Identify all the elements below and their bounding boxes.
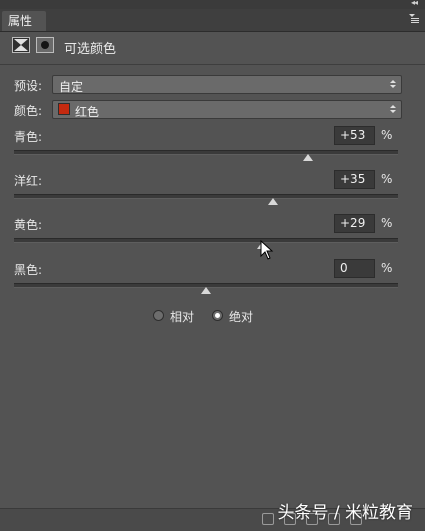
method-radio-group: 相对 绝对 — [0, 307, 425, 325]
cyan-value-field[interactable]: +53 — [334, 126, 375, 145]
colors-label: 颜色: — [14, 104, 43, 118]
black-slider-thumb[interactable] — [201, 287, 211, 294]
magenta-slider-thumb[interactable] — [268, 198, 279, 205]
mouse-pointer-icon — [260, 240, 274, 260]
divider — [0, 64, 425, 65]
layer-mask-icon[interactable] — [36, 37, 54, 53]
selective-color-adjustment-icon[interactable] — [12, 37, 30, 53]
watermark: 头条号 / 米粒教育 — [277, 503, 413, 523]
panel-menu-icon[interactable] — [409, 14, 419, 24]
cyan-label: 青色: — [14, 130, 43, 144]
collapse-panel-icon[interactable]: ◂◂ — [411, 0, 418, 7]
cyan-percent: % — [381, 128, 393, 142]
select-arrows-icon — [389, 102, 397, 116]
yellow-value-field[interactable]: +29 — [334, 214, 375, 233]
magenta-slider-track[interactable] — [14, 194, 398, 199]
yellow-percent: % — [381, 216, 393, 230]
yellow-label: 黄色: — [14, 218, 43, 232]
preset-value: 自定 — [59, 80, 84, 94]
panel-tab-bar: 属性 — [0, 9, 425, 32]
preset-label: 预设: — [14, 79, 43, 93]
select-arrows-icon — [389, 77, 397, 91]
preset-select[interactable]: 自定 — [52, 75, 402, 94]
black-value-field[interactable]: 0 — [334, 259, 375, 278]
adjustment-title: 可选颜色 — [64, 42, 117, 57]
magenta-percent: % — [381, 172, 393, 186]
black-label: 黑色: — [14, 263, 43, 277]
colors-select[interactable]: 红色 — [52, 100, 402, 119]
top-strip: ◂◂ — [0, 0, 425, 9]
relative-label: 相对 — [170, 310, 195, 324]
yellow-slider-track[interactable] — [14, 238, 398, 243]
cyan-slider-track[interactable] — [14, 150, 398, 155]
clip-to-layer-icon[interactable] — [262, 513, 274, 525]
colors-value: 红色 — [75, 105, 100, 119]
tab-properties[interactable]: 属性 — [2, 11, 46, 31]
black-percent: % — [381, 261, 393, 275]
magenta-value-field[interactable]: +35 — [334, 170, 375, 189]
absolute-label: 绝对 — [229, 310, 254, 324]
red-color-swatch — [58, 103, 70, 115]
absolute-radio[interactable] — [212, 310, 223, 321]
relative-radio[interactable] — [153, 310, 164, 321]
magenta-label: 洋红: — [14, 174, 43, 188]
cyan-slider-thumb[interactable] — [302, 154, 313, 161]
